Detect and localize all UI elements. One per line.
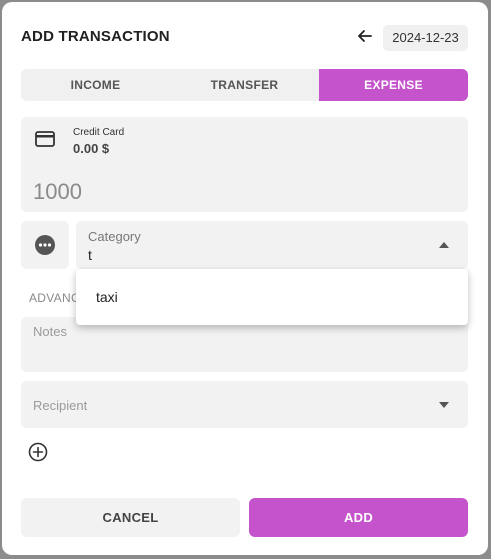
add-button[interactable]: ADD <box>249 498 468 537</box>
category-option-taxi[interactable]: taxi <box>96 289 118 305</box>
add-circle-icon[interactable] <box>28 442 48 462</box>
tab-income[interactable]: INCOME <box>21 69 170 101</box>
caret-down-icon[interactable] <box>439 402 449 408</box>
credit-card-icon <box>35 131 55 147</box>
tab-expense[interactable]: EXPENSE <box>319 69 468 101</box>
caret-up-icon[interactable] <box>439 242 449 248</box>
notes-placeholder: Notes <box>33 324 67 339</box>
add-transaction-dialog: ADD TRANSACTION 2024-12-23 INCOME TRANSF… <box>2 2 488 555</box>
dialog-title: ADD TRANSACTION <box>21 28 170 45</box>
date-picker-button[interactable]: 2024-12-23 <box>383 25 468 51</box>
back-arrow-icon[interactable] <box>356 27 374 45</box>
account-balance: 0.00 $ <box>73 141 110 156</box>
notes-field[interactable]: Notes <box>21 317 468 372</box>
account-name: Credit Card <box>73 127 125 138</box>
more-horiz-icon <box>35 235 55 255</box>
category-field[interactable]: Category t <box>76 221 468 269</box>
tab-transfer[interactable]: TRANSFER <box>170 69 319 101</box>
cancel-button[interactable]: CANCEL <box>21 498 240 537</box>
transaction-type-tabs: INCOME TRANSFER EXPENSE <box>21 69 468 101</box>
category-input-value[interactable]: t <box>88 247 92 263</box>
recipient-placeholder: Recipient <box>33 398 88 413</box>
category-label: Category <box>88 229 141 244</box>
amount-input[interactable]: 1000 <box>33 179 82 205</box>
category-icon-button[interactable] <box>21 221 69 269</box>
category-suggestions-dropdown: taxi <box>76 269 468 325</box>
account-amount-panel[interactable]: Credit Card 0.00 $ 1000 <box>21 117 468 212</box>
recipient-select[interactable]: Recipient <box>21 381 468 428</box>
